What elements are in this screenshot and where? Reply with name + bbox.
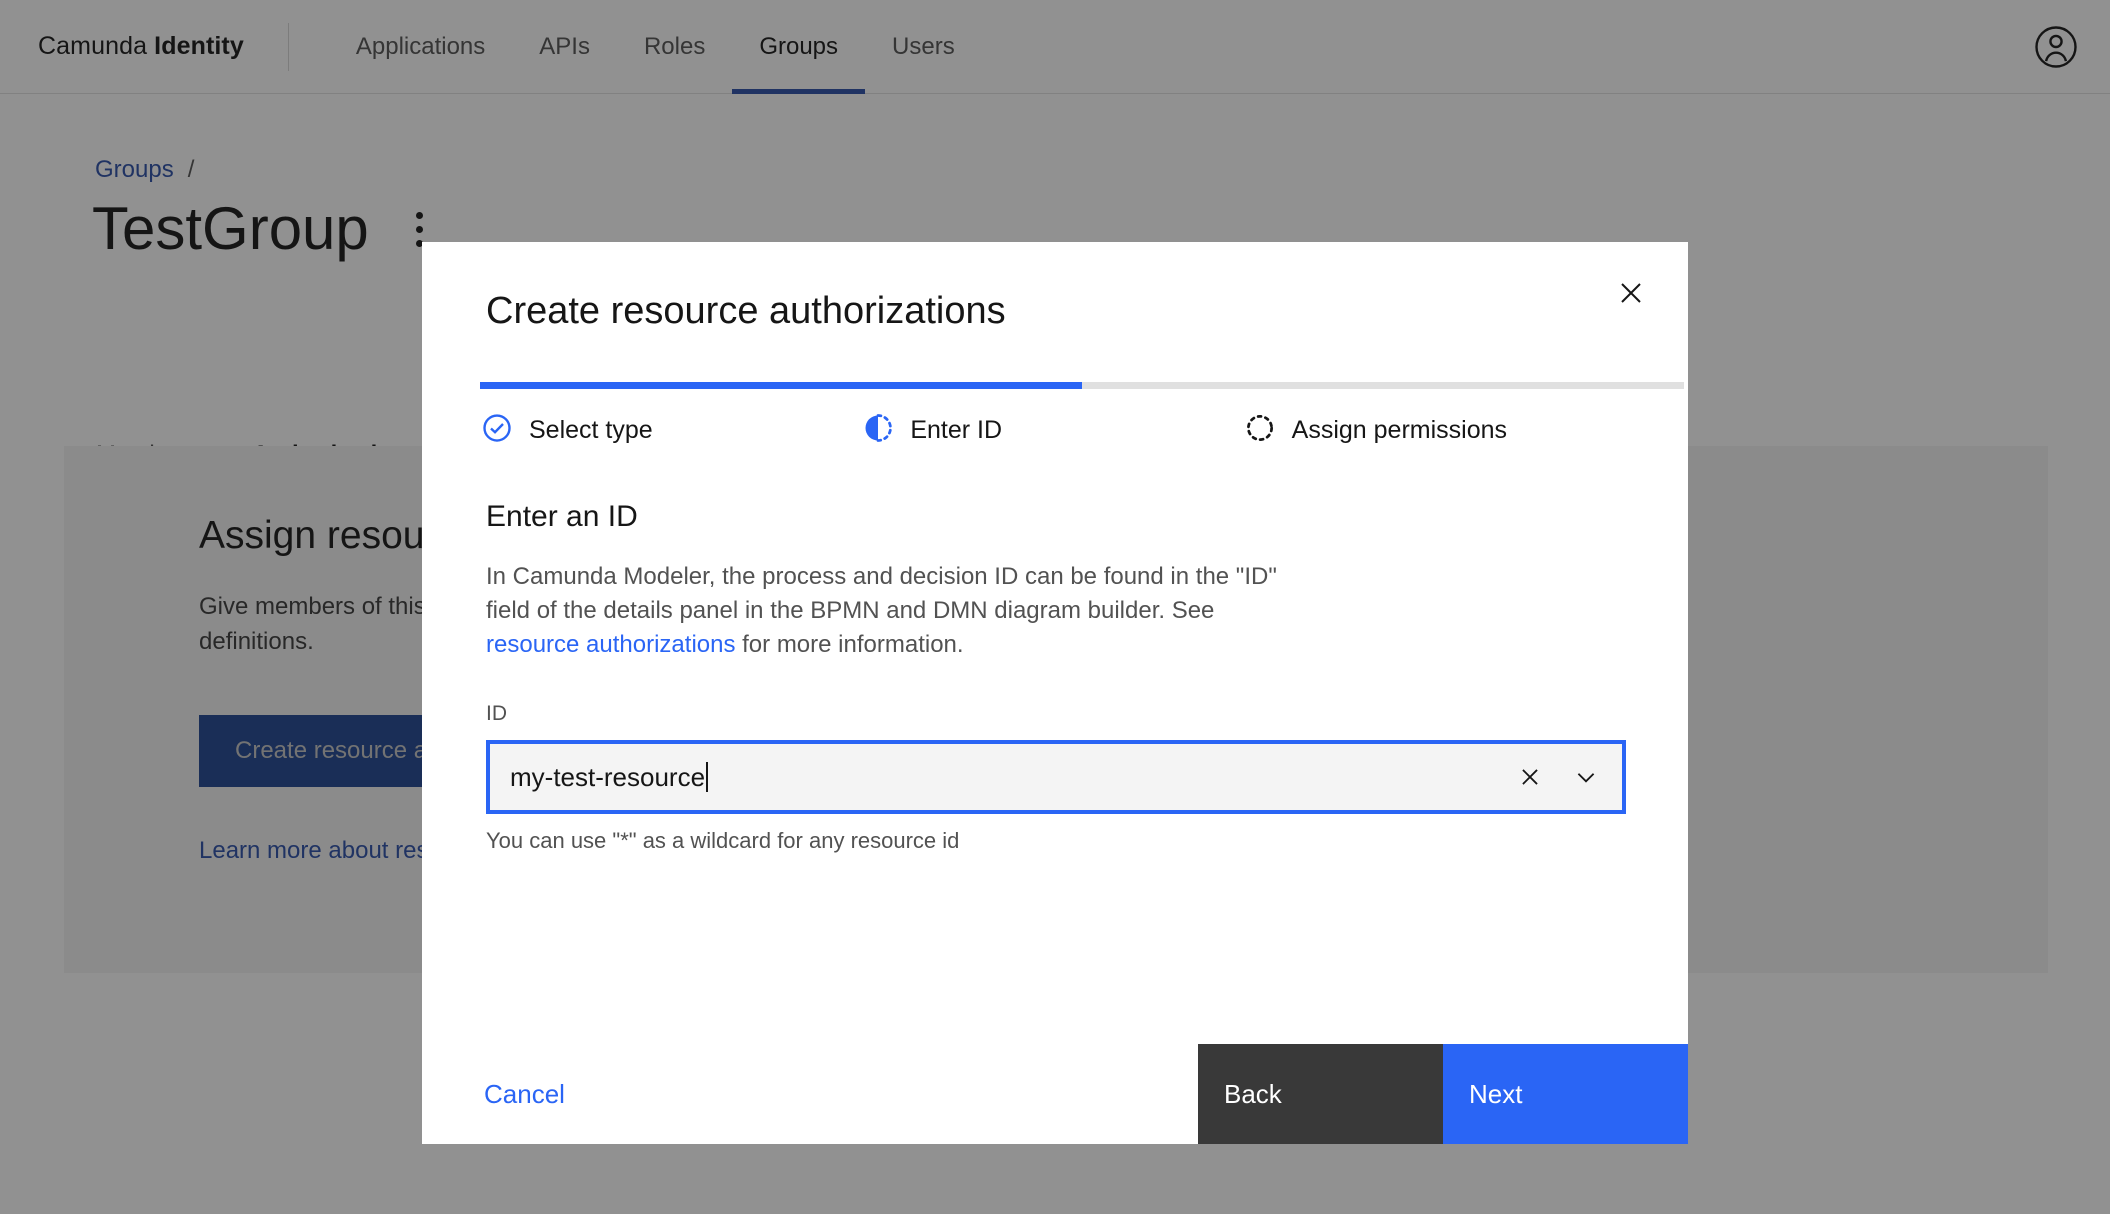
resource-authorizations-link[interactable]: resource authorizations [486,631,735,658]
body-text-after-link: for more information. [735,631,963,658]
cancel-button[interactable]: Cancel [484,1079,565,1110]
next-button[interactable]: Next [1443,1044,1688,1144]
incomplete-circle-icon [863,413,893,448]
id-combobox-value: my-test-resource [510,762,708,793]
modal-header: Create resource authorizations [422,242,1688,370]
id-combobox[interactable]: my-test-resource [486,740,1626,814]
progress-step-enter-id[interactable]: Enter ID [863,413,1244,448]
chevron-down-icon[interactable] [1564,755,1608,799]
progress-step-assign-permissions[interactable]: Assign permissions [1245,413,1626,448]
progress-fill [480,382,1082,389]
close-icon[interactable] [1596,258,1666,328]
checkmark-circle-icon [482,413,512,448]
progress-step-label: Enter ID [910,416,1002,445]
text-cursor [706,762,708,792]
progress-steps: Select type Enter ID Assign permiss [482,413,1626,448]
progress-track [480,382,1684,389]
progress-indicator: Select type Enter ID Assign permiss [422,382,1688,448]
id-field-helper-text: You can use "*" as a wildcard for any re… [486,828,1624,854]
progress-step-label: Assign permissions [1292,416,1507,445]
dashed-circle-icon [1245,413,1275,448]
clear-input-icon[interactable] [1508,755,1552,799]
create-resource-authorizations-modal: Create resource authorizations Select ty… [422,242,1688,1144]
modal-title: Create resource authorizations [486,290,1624,333]
id-combobox-actions [1508,744,1608,810]
body-description: In Camunda Modeler, the process and deci… [486,560,1286,662]
id-field-label: ID [486,702,1624,726]
id-value-text: my-test-resource [510,762,705,792]
progress-step-select-type[interactable]: Select type [482,413,863,448]
body-heading: Enter an ID [486,500,1624,534]
modal-body: Enter an ID In Camunda Modeler, the proc… [422,448,1688,1044]
back-button[interactable]: Back [1198,1044,1443,1144]
progress-step-label: Select type [529,416,653,445]
footer-left: Cancel [422,1044,1198,1144]
modal-footer: Cancel Back Next [422,1044,1688,1144]
body-text-before-link: In Camunda Modeler, the process and deci… [486,563,1277,624]
